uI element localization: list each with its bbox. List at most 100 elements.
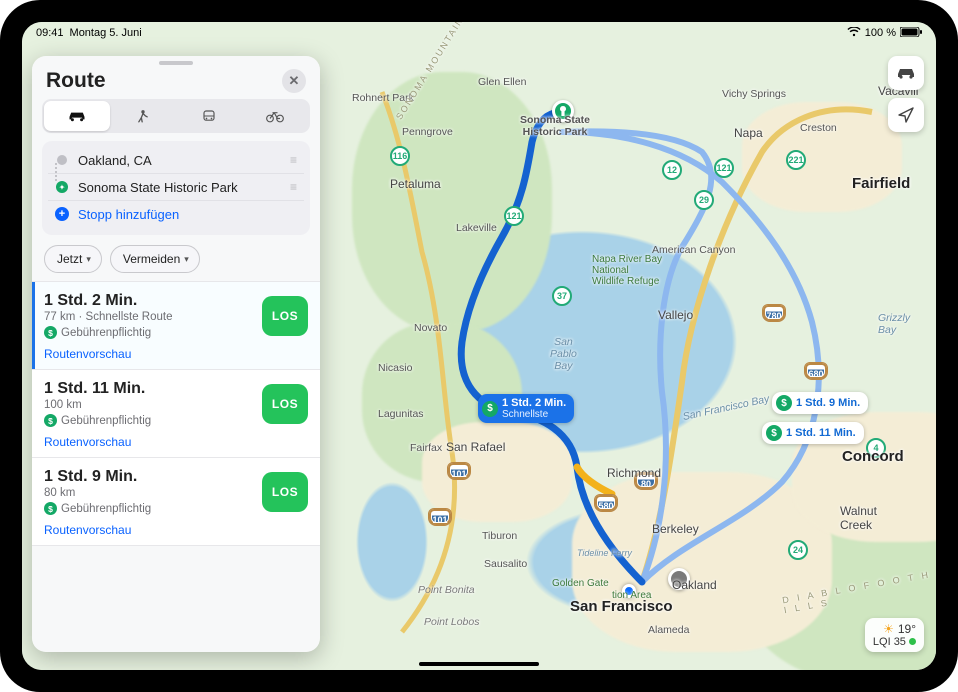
shield-ca121b: 121: [504, 206, 524, 226]
depart-time-chip[interactable]: Jetzt ▾: [44, 245, 102, 273]
label-ferry: Tideline Ferry: [577, 548, 632, 558]
mode-bike[interactable]: [242, 101, 308, 131]
city-oakland: Oakland: [672, 578, 717, 592]
weather-widget[interactable]: ☀︎19° LQI 35: [865, 618, 924, 652]
lqi-dot-icon: [909, 638, 916, 645]
route-dist: 80 km: [44, 487, 151, 499]
route-time: 1 Std. 2 Min.: [44, 292, 172, 310]
toll-label: Gebührenpflichtig: [61, 503, 151, 515]
home-indicator[interactable]: [419, 662, 539, 666]
route-preview-link[interactable]: Routenvorschau: [44, 435, 308, 449]
city-fairfax: Fairfax: [410, 442, 442, 454]
label-wildlife: Napa River Bay National Wildlife Refuge: [592, 254, 662, 287]
go-button[interactable]: LOS: [262, 296, 308, 336]
mode-drive[interactable]: [44, 101, 110, 131]
label-grizzlybay: Grizzly Bay: [878, 312, 910, 336]
add-stop-button[interactable]: + Stopp hinzufügen: [48, 201, 304, 227]
battery-pct: 100 %: [865, 27, 896, 39]
transport-mode-segment: [42, 99, 310, 133]
sun-icon: ☀︎: [883, 622, 894, 636]
locate-me-button[interactable]: [888, 98, 924, 132]
destination-text: Sonoma State Historic Park: [78, 180, 282, 195]
toll-icon: $: [44, 502, 57, 515]
plus-icon: +: [55, 207, 69, 221]
city-ptlobos: Point Lobos: [424, 616, 479, 628]
city-berkeley: Berkeley: [652, 522, 699, 536]
status-date: Montag 5. Juni: [70, 27, 142, 39]
avoid-options-chip[interactable]: Vermeiden ▾: [110, 245, 200, 273]
route-dist: 100 km: [44, 399, 151, 411]
map-mode-button[interactable]: [888, 56, 924, 90]
waypoints-box: Oakland, CA ≡ ✦ Sonoma State Historic Pa…: [42, 141, 310, 235]
route-badge-alt1[interactable]: $ 1 Std. 9 Min.: [772, 392, 868, 414]
avoid-label: Vermeiden: [123, 252, 180, 266]
route-preview-link[interactable]: Routenvorschau: [44, 523, 308, 537]
shield-us101: 101: [447, 462, 471, 480]
city-penngrove: Penngrove: [402, 126, 453, 138]
route-option[interactable]: 1 Std. 2 Min. 77 km · Schnellste Route $…: [32, 281, 320, 370]
close-icon: ✕: [289, 73, 300, 89]
city-alameda: Alameda: [648, 624, 689, 636]
city-sausalito: Sausalito: [484, 558, 527, 570]
toll-label: Gebührenpflichtig: [61, 327, 151, 339]
weather-temp: 19°: [898, 622, 916, 636]
route-badge-sub: Schnellste: [502, 409, 566, 420]
route-list: 1 Std. 2 Min. 77 km · Schnellste Route $…: [32, 281, 320, 652]
city-napa: Napa: [734, 126, 763, 140]
reorder-handle-icon[interactable]: ≡: [290, 180, 298, 194]
shield-i780: 780: [762, 304, 786, 322]
mode-walk[interactable]: [110, 101, 176, 131]
city-tiburon: Tiburon: [482, 530, 517, 542]
city-ptbonita: Point Bonita: [418, 584, 475, 596]
city-fairfield: Fairfield: [852, 175, 910, 192]
mode-transit[interactable]: [176, 101, 242, 131]
city-petaluma: Petaluma: [390, 177, 441, 191]
toll-icon: $: [44, 326, 57, 339]
route-dist: 77 km · Schnellste Route: [44, 311, 172, 323]
waypoint-destination[interactable]: ✦ Sonoma State Historic Park ≡: [48, 174, 304, 201]
city-creston: Creston: [800, 122, 837, 134]
origin-dot-icon: [57, 155, 67, 165]
route-badge-alt2[interactable]: $ 1 Std. 11 Min.: [762, 422, 864, 444]
status-time: 09:41: [36, 27, 64, 39]
shield-ca29: 29: [694, 190, 714, 210]
city-lagunitas: Lagunitas: [378, 408, 424, 420]
city-nicasio: Nicasio: [378, 362, 412, 374]
shield-ca24: 24: [788, 540, 808, 560]
city-walnut: Walnut Creek: [840, 504, 877, 532]
route-preview-link[interactable]: Routenvorschau: [44, 347, 308, 361]
shield-ca116: 116: [390, 146, 410, 166]
city-novato: Novato: [414, 322, 447, 334]
toll-icon: $: [766, 425, 782, 441]
toll-label: Gebührenpflichtig: [61, 415, 151, 427]
label-sanpablobay: San Pablo Bay: [550, 336, 577, 372]
reorder-handle-icon[interactable]: ≡: [290, 153, 298, 167]
waypoint-origin[interactable]: Oakland, CA ≡: [48, 147, 304, 174]
chevron-down-icon: ▾: [86, 254, 91, 265]
route-option[interactable]: 1 Std. 11 Min. 100 km $Gebührenpflichtig…: [32, 370, 320, 458]
route-badge-primary[interactable]: $ 1 Std. 2 Min. Schnellste: [478, 394, 574, 423]
wifi-icon: [847, 27, 861, 40]
city-concord: Concord: [842, 448, 904, 465]
panel-title: Route: [46, 69, 106, 93]
route-option[interactable]: 1 Std. 9 Min. 80 km $Gebührenpflichtig L…: [32, 458, 320, 546]
city-lakeville: Lakeville: [456, 222, 497, 234]
label-goldengate: Golden Gate: [552, 578, 609, 589]
toll-icon: $: [776, 395, 792, 411]
shield-ca121: 121: [714, 158, 734, 178]
go-button[interactable]: LOS: [262, 472, 308, 512]
close-button[interactable]: ✕: [282, 69, 306, 93]
shield-i580: 580: [594, 494, 618, 512]
panel-grabber[interactable]: [159, 61, 193, 65]
toll-icon: $: [482, 401, 498, 417]
city-sanrafael: San Rafael: [446, 440, 505, 454]
city-vichy: Vichy Springs: [722, 88, 786, 100]
label-recarea: tion Area: [612, 590, 651, 601]
shield-ca12: 12: [662, 160, 682, 180]
add-stop-label: Stopp hinzufügen: [78, 207, 298, 222]
route-badge-time: 1 Std. 2 Min.: [502, 397, 566, 409]
go-button[interactable]: LOS: [262, 384, 308, 424]
battery-icon: [900, 27, 922, 40]
origin-text: Oakland, CA: [78, 153, 282, 168]
shield-ca221: 221: [786, 150, 806, 170]
